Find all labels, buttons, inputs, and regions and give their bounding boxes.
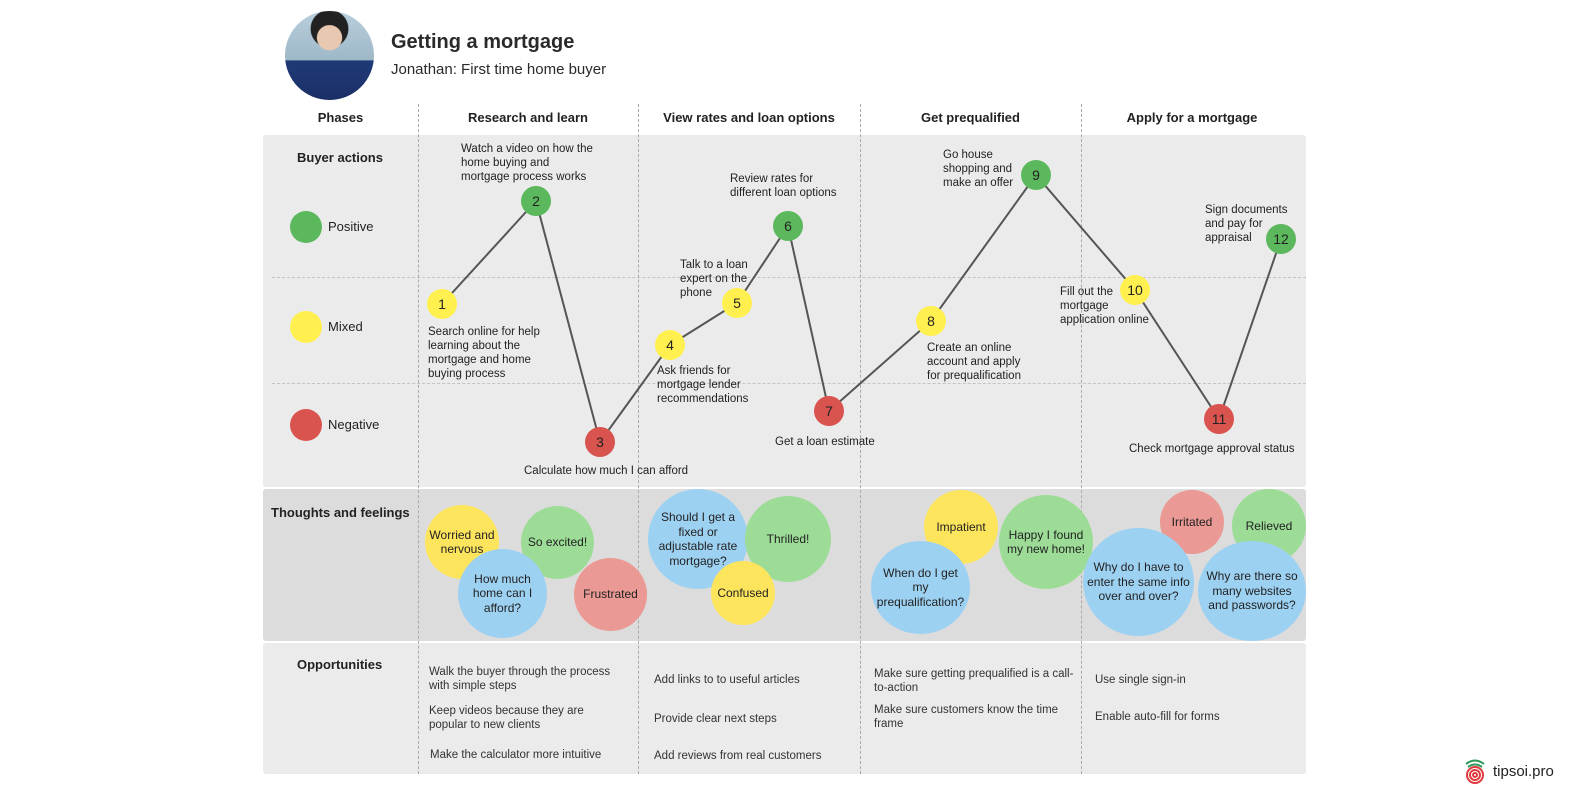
opportunity-item: Walk the buyer through the process with …	[429, 666, 611, 692]
step-11-marker: 11	[1204, 404, 1234, 434]
step-8-marker: 8	[916, 306, 946, 336]
opportunity-item: Provide clear next steps	[654, 713, 777, 725]
step-1-text: Search online for help learning about th…	[428, 326, 540, 380]
brand-logo[interactable]: tipsoi.pro	[1463, 758, 1554, 784]
step-10-text: Fill out the mortgage application online	[1060, 286, 1149, 326]
brand-name: tipsoi.pro	[1493, 762, 1554, 780]
step-6-text: Review rates for different loan options	[730, 173, 837, 199]
step-4-text: Ask friends for mortgage lender recommen…	[657, 365, 749, 405]
step-11-text: Check mortgage approval status	[1129, 443, 1295, 455]
fingerprint-icon	[1465, 759, 1485, 784]
thought-bubble: When do I get my prequalification?	[871, 541, 970, 634]
step-2-text: Watch a video on how the home buying and…	[461, 143, 593, 183]
journey-polyline	[441, 173, 1282, 445]
step-9-text: Go house shopping and make an offer	[943, 149, 1014, 189]
thought-bubble: Confused	[711, 561, 775, 625]
thought-bubble: How much home can I afford?	[458, 549, 547, 638]
step-7-marker: 7	[814, 396, 844, 426]
step-6-marker: 6	[773, 211, 803, 241]
opportunity-item: Keep videos because they are popular to …	[429, 705, 584, 731]
step-9-marker: 9	[1021, 160, 1051, 190]
thought-bubble: Why do I have to enter the same info ove…	[1083, 528, 1194, 636]
step-4-marker: 4	[655, 330, 685, 360]
step-3-marker: 3	[585, 427, 615, 457]
opportunity-item: Add links to to useful articles	[654, 674, 800, 686]
opportunity-item: Make sure customers know the time frame	[874, 704, 1059, 730]
step-1-marker: 1	[427, 289, 457, 319]
step-5-text: Talk to a loan expert on the phone	[680, 259, 748, 299]
step-2-marker: 2	[521, 186, 551, 216]
opportunity-item: Use single sign-in	[1095, 674, 1186, 686]
opportunity-item: Enable auto-fill for forms	[1095, 711, 1220, 723]
thought-bubble: Frustrated	[574, 558, 647, 631]
step-7-text: Get a loan estimate	[775, 436, 875, 448]
opportunity-item: Make the calculator more intuitive	[430, 749, 602, 761]
opportunity-item: Make sure getting prequalified is a call…	[874, 668, 1074, 694]
step-8-text: Create an online account and apply for p…	[927, 342, 1021, 382]
thought-bubble: Why are there so many websites and passw…	[1198, 541, 1306, 641]
step-12-text: Sign documents and pay for appraisal	[1205, 204, 1288, 244]
thought-bubble: Happy I found my new home!	[999, 495, 1093, 589]
opportunity-item: Add reviews from real customers	[654, 750, 822, 762]
step-3-text: Calculate how much I can afford	[524, 465, 689, 477]
